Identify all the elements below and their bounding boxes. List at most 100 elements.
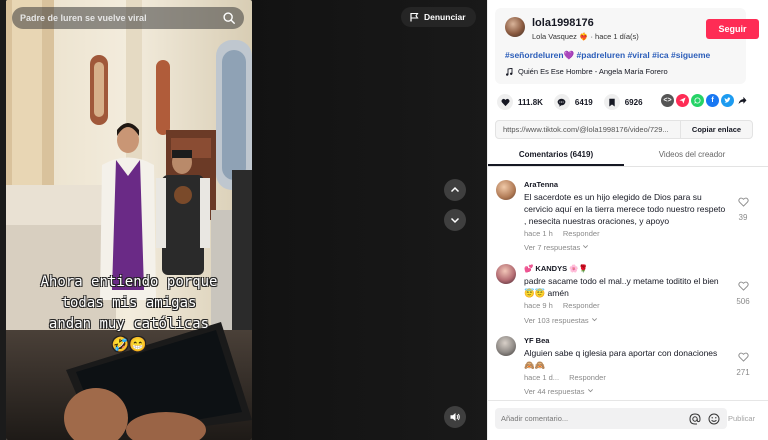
- view-replies-label: Ver 103 respuestas: [524, 316, 589, 325]
- comment-item: AraTenna El sacerdote es un hijo elegido…: [496, 180, 761, 260]
- next-video-button[interactable]: [444, 209, 466, 231]
- heart-outline-icon: [737, 352, 749, 362]
- view-replies-link[interactable]: Ver 103 respuestas: [524, 316, 598, 325]
- search-bar[interactable]: Padre de luren se vuelve viral: [12, 7, 244, 29]
- chevron-down-icon: [591, 318, 597, 322]
- publish-button[interactable]: Publicar: [728, 414, 755, 423]
- comment-like-button[interactable]: 506: [732, 278, 754, 306]
- comment-time: hace 1 h: [524, 229, 553, 238]
- comment-like-button[interactable]: 271: [732, 349, 754, 377]
- video-caption-overlay: Ahora entiendo porque todas mis amigas a…: [6, 272, 252, 356]
- bookmark-icon: [603, 94, 620, 110]
- view-replies-link[interactable]: Ver 44 respuestas: [524, 387, 594, 396]
- avatar[interactable]: [496, 264, 516, 284]
- comment-username[interactable]: YF Bea: [524, 336, 549, 345]
- report-button[interactable]: Denunciar: [401, 7, 476, 27]
- comment-item: YF Bea Alguien sabe q iglesia para aport…: [496, 336, 761, 398]
- comment-list: AraTenna El sacerdote es un hijo elegido…: [488, 170, 768, 398]
- search-input[interactable]: Padre de luren se vuelve viral: [20, 13, 222, 23]
- video-player[interactable]: [6, 0, 252, 440]
- mention-icon[interactable]: [689, 412, 701, 425]
- video-url[interactable]: https://www.tiktok.com/@lola1998176/vide…: [496, 125, 680, 134]
- comment-like-count: 39: [738, 213, 748, 222]
- comment-like-button[interactable]: 39: [732, 194, 754, 222]
- send-icon[interactable]: [676, 94, 689, 107]
- reply-button[interactable]: Responder: [563, 229, 600, 238]
- heart-outline-icon: [737, 197, 749, 207]
- embed-icon[interactable]: <>: [661, 94, 674, 107]
- avatar[interactable]: [496, 180, 516, 200]
- copy-link-button[interactable]: Copiar enlace: [680, 121, 752, 138]
- comment-text: Alguien sabe q iglesia para aportar con …: [524, 348, 718, 370]
- heart-outline-icon: [737, 281, 749, 291]
- tab-creator-videos[interactable]: Videos del creador: [624, 145, 760, 166]
- follow-button[interactable]: Seguir: [706, 19, 759, 39]
- author-display-name[interactable]: Lola Vasquez: [532, 32, 577, 41]
- video-link-box: https://www.tiktok.com/@lola1998176/vide…: [495, 120, 753, 139]
- reply-button[interactable]: Responder: [569, 373, 606, 382]
- caption-line: todas mis amigas: [61, 295, 197, 311]
- volume-button[interactable]: [444, 406, 466, 428]
- music-note-icon: [506, 67, 513, 76]
- share-icons: <> f: [661, 94, 749, 107]
- music-title: Quién Es Ese Hombre - Angela María Forer…: [518, 67, 668, 76]
- video-stage: Padre de luren se vuelve viral Ahora ent…: [0, 0, 487, 440]
- comment-like-count: 506: [736, 297, 750, 306]
- caption-emoji: 🤣😁: [111, 337, 147, 353]
- comment-text: El sacerdote es un hijo elegido de Dios …: [524, 192, 726, 226]
- comment-input[interactable]: Añadir comentario...: [495, 408, 727, 429]
- like-stat[interactable]: 111.8K: [497, 94, 543, 110]
- video-frame-illustration: [6, 0, 252, 440]
- volume-icon: [450, 413, 460, 421]
- comment-username[interactable]: 💕 KANDYS 🌸🌹: [524, 264, 588, 273]
- author-username[interactable]: lola1998176: [532, 17, 594, 29]
- report-label: Denunciar: [424, 12, 466, 22]
- comment-icon: [553, 94, 570, 110]
- avatar[interactable]: [505, 17, 525, 37]
- view-replies-link[interactable]: Ver 7 respuestas: [524, 243, 589, 252]
- comment-time: hace 1 d...: [524, 373, 560, 382]
- author-name-emoji: ❤️‍🔥: [579, 32, 589, 41]
- reply-button[interactable]: Responder: [563, 301, 600, 310]
- comment-stat[interactable]: 6419: [553, 94, 593, 110]
- comment-count: 6419: [574, 97, 593, 107]
- twitter-icon[interactable]: [721, 94, 734, 107]
- chevron-down-icon: [587, 389, 593, 393]
- comment-meta: hace 1 h Responder: [524, 229, 600, 238]
- view-replies-label: Ver 44 respuestas: [524, 387, 585, 396]
- save-stat[interactable]: 6926: [603, 94, 643, 110]
- flag-icon: [410, 12, 419, 22]
- caption-line: andan muy católicas: [48, 316, 210, 332]
- author-meta: Lola Vasquez ❤️‍🔥 · hace 1 día(s): [532, 32, 639, 41]
- avatar[interactable]: [496, 336, 516, 356]
- search-icon[interactable]: [222, 11, 236, 25]
- facebook-icon[interactable]: f: [706, 94, 719, 107]
- chevron-down-icon: [583, 245, 589, 249]
- view-replies-label: Ver 7 respuestas: [524, 243, 581, 252]
- like-count: 111.8K: [518, 97, 543, 107]
- author-card: lola1998176 Lola Vasquez ❤️‍🔥 · hace 1 d…: [495, 8, 759, 84]
- comment-username[interactable]: AraTenna: [524, 180, 558, 189]
- caption-line: Ahora entiendo porque: [40, 274, 218, 290]
- comment-input-placeholder: Añadir comentario...: [501, 414, 569, 423]
- previous-video-button[interactable]: [444, 179, 466, 201]
- comment-composer: Añadir comentario... Publicar: [488, 400, 768, 440]
- chevron-down-icon: [450, 217, 460, 224]
- tab-comments[interactable]: Comentarios (6419): [488, 145, 624, 166]
- whatsapp-icon[interactable]: [691, 94, 704, 107]
- comment-text: padre sacame todo el mal..y metame todit…: [524, 276, 719, 298]
- comment-like-count: 271: [736, 368, 750, 377]
- emoji-icon[interactable]: [708, 413, 720, 425]
- heart-icon: [497, 94, 513, 110]
- share-arrow-icon[interactable]: [736, 94, 749, 107]
- tiktok-video-page: Padre de luren se vuelve viral Ahora ent…: [0, 0, 768, 440]
- music-info[interactable]: Quién Es Ese Hombre - Angela María Forer…: [505, 67, 668, 76]
- comment-meta: hace 9 h Responder: [524, 301, 600, 310]
- panel-tabs: Comentarios (6419) Videos del creador: [488, 145, 768, 167]
- engagement-bar: 111.8K 6419 6926 <> f: [497, 94, 759, 110]
- comment-item: 💕 KANDYS 🌸🌹 padre sacame todo el mal..y …: [496, 264, 761, 336]
- comment-time: hace 9 h: [524, 301, 553, 310]
- hashtags[interactable]: #señordeluren💜 #padreluren #viral #ica #…: [505, 50, 710, 61]
- post-time: hace 1 día(s): [595, 32, 639, 41]
- save-count: 6926: [624, 97, 643, 107]
